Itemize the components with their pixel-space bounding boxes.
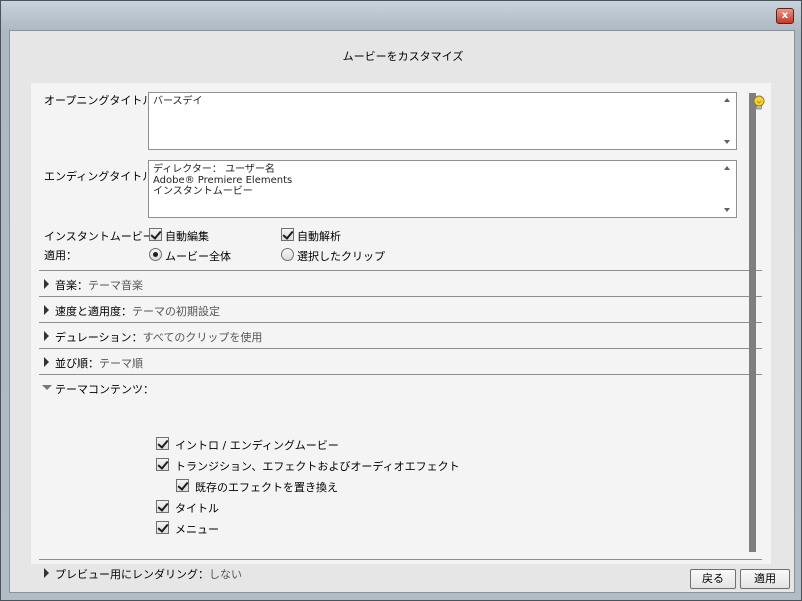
auto-analyze-label: 自動解析 — [297, 230, 341, 243]
expand-arrow-icon[interactable] — [44, 305, 49, 315]
expand-arrow-icon[interactable] — [44, 279, 49, 289]
auto-analyze-checkbox[interactable] — [281, 228, 294, 241]
section-title: 速度と適用度 — [55, 305, 121, 318]
scroll-up-icon[interactable] — [724, 98, 730, 102]
section-value: しない — [209, 568, 242, 581]
apply-label: 適用： — [44, 249, 77, 262]
ending-title-line: Adobe® Premiere Elements — [153, 175, 293, 186]
titles-checkbox[interactable] — [156, 500, 169, 513]
scroll-down-icon[interactable] — [724, 140, 730, 144]
replace-effects-label: 既存のエフェクトを置き換え — [195, 481, 338, 494]
section-text: 速度と適用度：テーマの初期設定 — [55, 303, 220, 319]
menu-label: メニュー — [175, 523, 219, 536]
selected-clips-label: 選択したクリップ — [297, 250, 385, 263]
dialog-title: ムービーをカスタマイズ — [342, 50, 464, 63]
settings-panel: オープニングタイトル： バースデイ エンディングタイトル： ディレクター： ユー… — [31, 83, 771, 581]
opening-title-label: オープニングタイトル： — [44, 94, 165, 107]
auto-edit-checkbox[interactable] — [149, 228, 162, 241]
menu-checkbox[interactable] — [156, 521, 169, 534]
titles-label: タイトル — [175, 502, 219, 515]
section-colon: ： — [121, 305, 132, 318]
section-colon: ： — [77, 279, 88, 292]
section-title: テーマコンテンツ： — [55, 383, 154, 396]
whole-movie-label: ムービー全体 — [165, 250, 231, 263]
section-text: 音楽：テーマ音楽 — [55, 277, 143, 293]
panel-scrollbar[interactable] — [749, 93, 756, 552]
expand-arrow-icon[interactable] — [44, 568, 49, 578]
section-theme-contents[interactable]: テーマコンテンツ： — [39, 375, 762, 401]
section-value: テーマ順 — [99, 357, 143, 370]
section-colon: ： — [131, 331, 143, 344]
section-text: 並び順：テーマ順 — [55, 355, 143, 371]
instant-movie-label: インスタントムービー： — [44, 230, 165, 243]
expand-arrow-icon[interactable] — [44, 357, 49, 367]
section-colon: ： — [198, 568, 209, 581]
ending-title-line: ディレクター： ユーザー名 — [153, 164, 275, 175]
section-title: 並び順 — [55, 357, 88, 370]
whole-movie-radio[interactable] — [149, 248, 162, 261]
auto-edit-label: 自動編集 — [165, 230, 209, 243]
section-speed[interactable]: 速度と適用度：テーマの初期設定 — [39, 297, 762, 323]
close-button[interactable]: x — [776, 8, 794, 24]
opening-title-field[interactable]: バースデイ — [148, 92, 737, 150]
intro-ending-label: イントロ / エンディングムービー — [175, 439, 339, 452]
section-colon: ： — [88, 357, 99, 370]
section-title: 音楽 — [55, 279, 77, 292]
dialog-client-area: ムービーをカスタマイズ オープニングタイトル： バースデイ エンディングタイトル… — [9, 30, 795, 593]
transitions-effects-checkbox[interactable] — [156, 458, 169, 471]
section-text: デュレーション：すべてのクリップを使用 — [55, 329, 262, 345]
scroll-down-icon[interactable] — [724, 208, 730, 212]
replace-effects-checkbox[interactable] — [176, 479, 189, 492]
intro-ending-checkbox[interactable] — [156, 437, 169, 450]
lightbulb-icon[interactable] — [752, 95, 766, 111]
section-title: プレビュー用にレンダリング — [55, 568, 198, 581]
opening-title-value: バースデイ — [153, 96, 203, 107]
scroll-up-icon[interactable] — [724, 166, 730, 170]
ending-title-line: インスタントムービー — [153, 186, 253, 197]
back-button[interactable]: 戻る — [690, 569, 736, 589]
ending-title-label: エンディングタイトル： — [44, 170, 165, 183]
section-title: デュレーション — [55, 331, 132, 344]
apply-button[interactable]: 適用 — [740, 569, 790, 589]
section-render-preview[interactable]: プレビュー用にレンダリング：しない — [39, 560, 762, 586]
expand-arrow-icon[interactable] — [44, 331, 49, 341]
transitions-effects-label: トランジション、エフェクトおよびオーディオエフェクト — [175, 460, 460, 473]
ending-title-field[interactable]: ディレクター： ユーザー名 Adobe® Premiere Elements イ… — [148, 160, 737, 218]
section-duration[interactable]: デュレーション：すべてのクリップを使用 — [39, 323, 762, 349]
section-order[interactable]: 並び順：テーマ順 — [39, 349, 762, 375]
selected-clips-radio[interactable] — [281, 248, 294, 261]
collapse-arrow-icon[interactable] — [42, 385, 52, 390]
section-music[interactable]: 音楽：テーマ音楽 — [39, 271, 762, 297]
window-frame: x ムービーをカスタマイズ オープニングタイトル： バースデイ エンディングタイ… — [0, 0, 802, 601]
section-text: プレビュー用にレンダリング：しない — [55, 566, 242, 582]
section-value: テーマ音楽 — [88, 279, 143, 292]
opening-title-scrollbar[interactable] — [721, 93, 736, 149]
ending-title-scrollbar[interactable] — [721, 161, 736, 217]
section-value: すべてのクリップを使用 — [142, 331, 263, 344]
section-value: テーマの初期設定 — [132, 305, 220, 318]
